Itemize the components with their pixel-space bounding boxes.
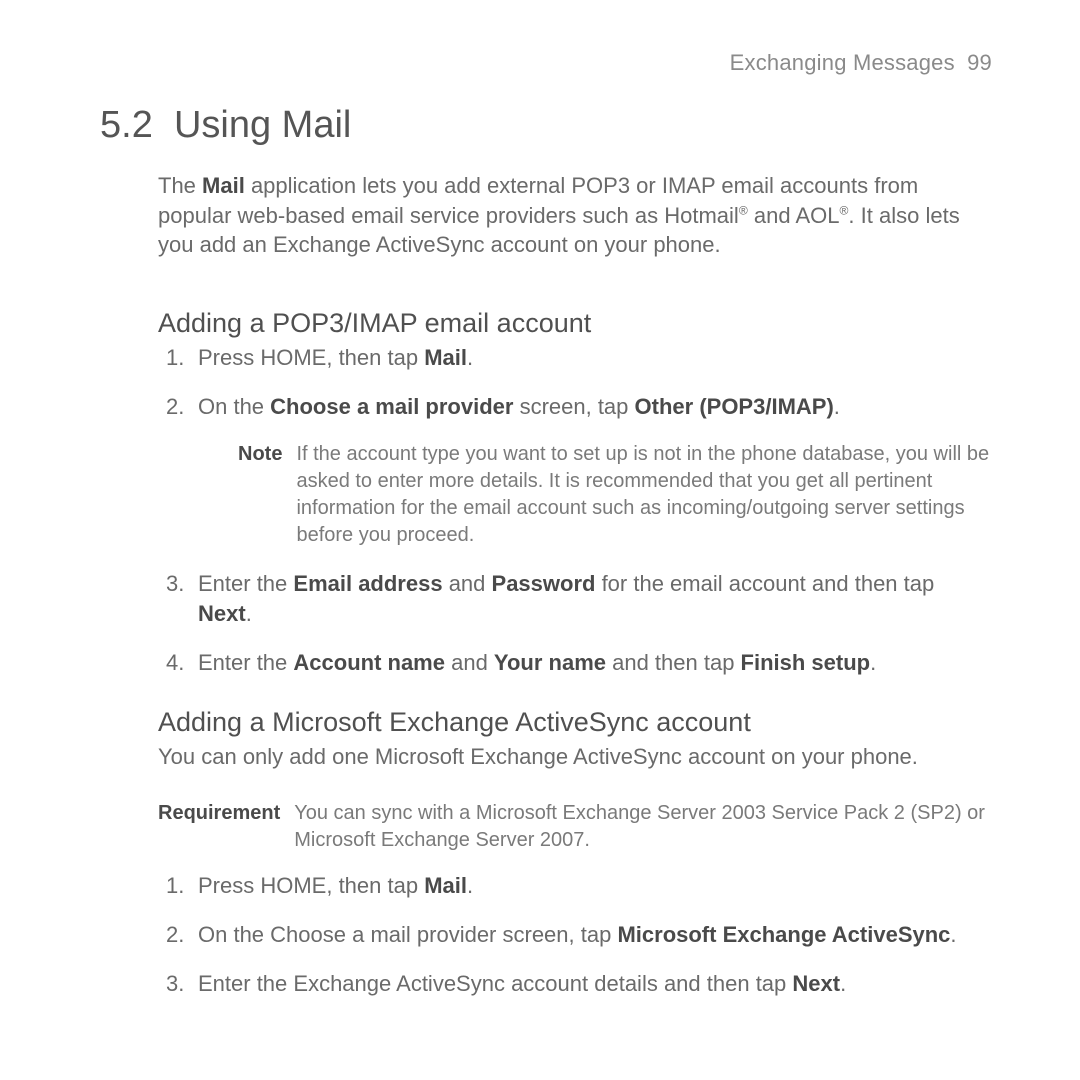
text: and	[443, 571, 492, 596]
keyword-password: Password	[492, 571, 596, 596]
text: screen, tap	[513, 394, 634, 419]
keyword-mail: Mail	[424, 345, 467, 370]
running-head: Exchanging Messages 99	[100, 50, 992, 76]
text: for the email account and then tap	[595, 571, 934, 596]
keyword-mail: Mail	[424, 873, 467, 898]
note-block: Note If the account type you want to set…	[238, 441, 992, 549]
text: Press HOME, then tap	[198, 345, 424, 370]
step-2: On the Choose a mail provider screen, ta…	[158, 920, 992, 951]
step-1: Press HOME, then tap Mail.	[158, 343, 992, 374]
step-3: Enter the Email address and Password for…	[158, 569, 992, 631]
text: Enter the	[198, 571, 293, 596]
text: Enter the Exchange ActiveSync account de…	[198, 971, 792, 996]
text: and AOL	[748, 203, 840, 228]
text: Press HOME, then tap	[198, 873, 424, 898]
text: .	[467, 345, 473, 370]
text: On the Choose a mail provider screen, ta…	[198, 922, 617, 947]
keyword-ms-exchange-activesync: Microsoft Exchange ActiveSync	[617, 922, 950, 947]
step-3: Enter the Exchange ActiveSync account de…	[158, 969, 992, 1000]
text: Enter the	[198, 650, 293, 675]
requirement-body: You can sync with a Microsoft Exchange S…	[294, 800, 992, 855]
text: .	[246, 601, 252, 626]
step-2: On the Choose a mail provider screen, ta…	[158, 392, 992, 549]
text: .	[467, 873, 473, 898]
intro-paragraph: The Mail application lets you add extern…	[158, 171, 978, 260]
text: .	[950, 922, 956, 947]
keyword-finish-setup: Finish setup	[741, 650, 871, 675]
keyword-your-name: Your name	[494, 650, 606, 675]
text: .	[834, 394, 840, 419]
text: .	[870, 650, 876, 675]
text: .	[840, 971, 846, 996]
steps-activesync: Press HOME, then tap Mail. On the Choose…	[158, 871, 992, 999]
section-title: 5.2 Using Mail	[100, 104, 992, 147]
requirement-label: Requirement	[158, 800, 280, 855]
reg-mark: ®	[739, 203, 748, 217]
note-body: If the account type you want to set up i…	[296, 441, 992, 549]
page: Exchanging Messages 99 5.2 Using Mail Th…	[0, 0, 1080, 1080]
keyword-choose-provider: Choose a mail provider	[270, 394, 513, 419]
subhead-activesync: Adding a Microsoft Exchange ActiveSync a…	[158, 707, 992, 738]
text: The	[158, 173, 202, 198]
keyword-mail: Mail	[202, 173, 245, 198]
text: and then tap	[606, 650, 741, 675]
keyword-next: Next	[792, 971, 840, 996]
steps-pop3-imap: Press HOME, then tap Mail. On the Choose…	[158, 343, 992, 679]
section-name: Using Mail	[174, 104, 351, 146]
keyword-next: Next	[198, 601, 246, 626]
subhead-pop3-imap: Adding a POP3/IMAP email account	[158, 308, 992, 339]
note-label: Note	[238, 441, 282, 549]
step-4: Enter the Account name and Your name and…	[158, 648, 992, 679]
page-number: 99	[967, 50, 992, 75]
step-1: Press HOME, then tap Mail.	[158, 871, 992, 902]
keyword-other-pop3-imap: Other (POP3/IMAP)	[635, 394, 834, 419]
keyword-account-name: Account name	[293, 650, 445, 675]
keyword-email-address: Email address	[293, 571, 442, 596]
text: On the	[198, 394, 270, 419]
requirement-block: Requirement You can sync with a Microsof…	[158, 800, 992, 855]
section-number: 5.2	[100, 104, 153, 146]
text: and	[445, 650, 494, 675]
running-title: Exchanging Messages	[730, 50, 955, 75]
activesync-intro: You can only add one Microsoft Exchange …	[158, 742, 978, 772]
